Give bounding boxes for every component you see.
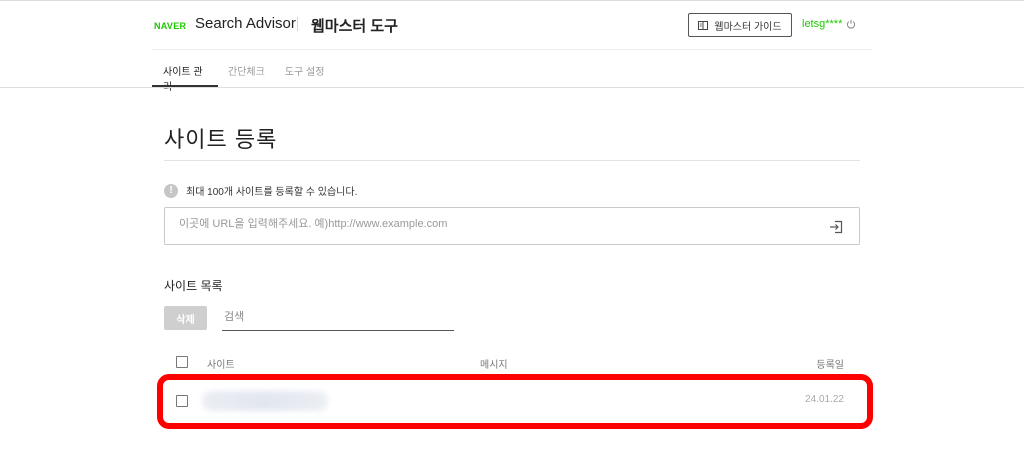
- info-icon: !: [164, 183, 178, 198]
- table-row[interactable]: 24.01.22: [164, 384, 860, 418]
- column-date: 등록일: [816, 360, 844, 371]
- notice: ! 최대 100개 사이트를 등록할 수 있습니다.: [164, 183, 357, 198]
- column-site: 사이트: [207, 360, 235, 371]
- tab-simple-check[interactable]: 간단체크: [218, 50, 275, 87]
- tab-tool-settings[interactable]: 도구 설정: [275, 50, 335, 87]
- row-checkbox[interactable]: [176, 395, 188, 407]
- search-input[interactable]: [224, 311, 444, 323]
- page-title: 사이트 등록: [164, 127, 278, 152]
- search-field: [222, 306, 454, 331]
- notice-text: 최대 100개 사이트를 등록할 수 있습니다.: [186, 187, 358, 198]
- delete-button[interactable]: 삭제: [164, 306, 207, 330]
- logout-icon[interactable]: [846, 19, 856, 29]
- header-divider: [297, 17, 298, 31]
- select-all-checkbox[interactable]: [176, 356, 188, 368]
- submit-icon[interactable]: [829, 220, 843, 234]
- guide-button-label: 웹마스터 가이드: [714, 21, 782, 33]
- column-message: 메시지: [480, 360, 508, 371]
- book-icon: [698, 20, 709, 30]
- table-header: 사이트 메시지 등록일: [164, 352, 860, 372]
- tool-title[interactable]: 웹마스터 도구: [311, 15, 398, 36]
- url-input[interactable]: [179, 218, 799, 230]
- brand-name[interactable]: Search Advisor: [195, 15, 296, 32]
- nav-tabs: 사이트 관리 간단체크 도구 설정: [152, 50, 335, 93]
- registration-date: 24.01.22: [805, 394, 844, 405]
- site-list-title: 사이트 목록: [164, 279, 223, 293]
- webmaster-guide-button[interactable]: 웹마스터 가이드: [688, 13, 792, 37]
- naver-logo[interactable]: NAVER: [154, 21, 186, 31]
- url-input-box: [164, 207, 860, 245]
- tabs-divider-line: [0, 87, 1024, 88]
- site-url-blurred[interactable]: [202, 391, 328, 411]
- header: NAVER Search Advisor 웹마스터 도구 웹마스터 가이드 le…: [152, 0, 872, 50]
- title-divider: [164, 160, 860, 161]
- user-id[interactable]: letsg****: [802, 18, 842, 30]
- tab-site-management[interactable]: 사이트 관리: [152, 50, 218, 93]
